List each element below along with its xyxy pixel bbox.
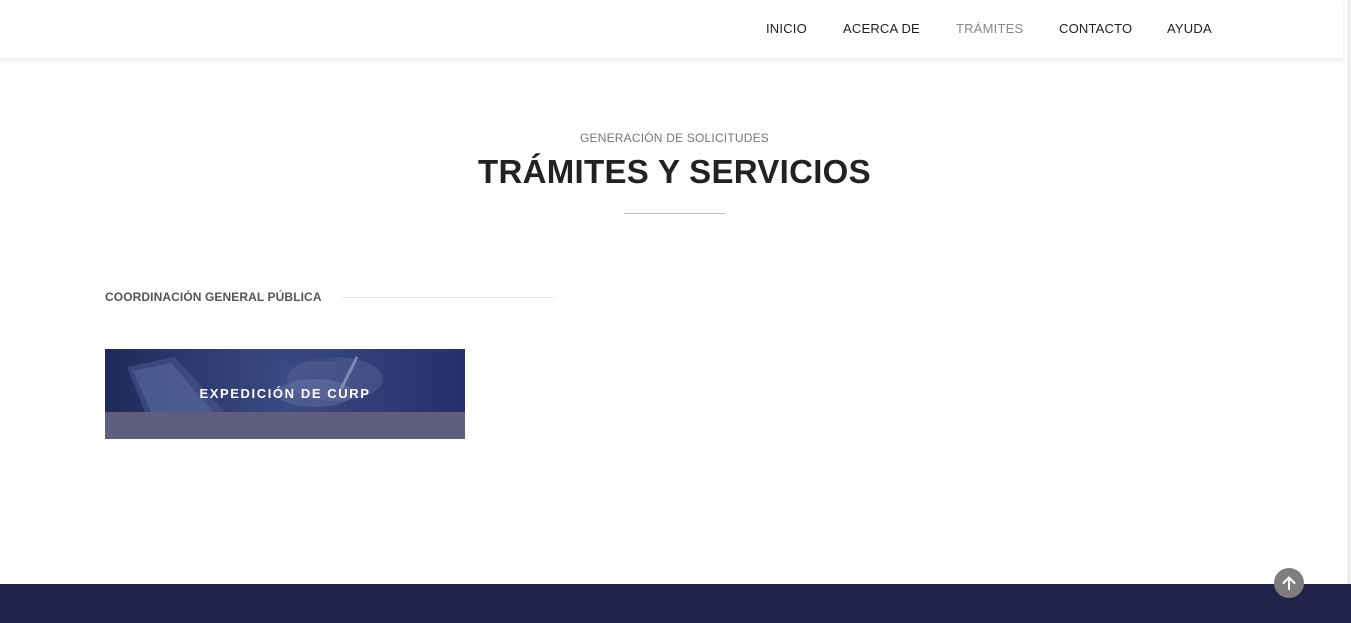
category-divider	[342, 297, 555, 298]
nav-item-tramites[interactable]: TRÁMITES	[956, 21, 1023, 36]
nav-item-contacto[interactable]: CONTACTO	[1059, 21, 1132, 36]
site-footer	[0, 584, 1351, 623]
title-underline	[624, 213, 725, 214]
site-header: INICIO ACERCA DE TRÁMITES CONTACTO AYUDA	[0, 0, 1343, 58]
category-label: COORDINACIÓN GENERAL PÚBLICA	[105, 290, 322, 304]
page-title: TRÁMITES Y SERVICIOS	[478, 153, 871, 190]
document-signing-photo	[105, 349, 465, 412]
nav-item-inicio[interactable]: INICIO	[766, 21, 807, 36]
card-title: EXPEDICIÓN DE CURP	[199, 386, 371, 401]
section-kicker: GENERACIÓN DE SOLICITUDES	[579, 131, 770, 145]
card-footer-band	[105, 412, 465, 439]
document-signing-illustration	[105, 349, 465, 412]
nav-item-ayuda[interactable]: AYUDA	[1167, 21, 1212, 36]
service-card-curp[interactable]: EXPEDICIÓN DE CURP	[105, 349, 465, 439]
back-to-top-button[interactable]	[1274, 568, 1304, 598]
arrow-up-icon	[1282, 576, 1296, 590]
nav-item-acerca-de[interactable]: ACERCA DE	[843, 21, 920, 36]
page: INICIO ACERCA DE TRÁMITES CONTACTO AYUDA…	[0, 0, 1351, 623]
scrollbar-track[interactable]	[1347, 0, 1351, 623]
